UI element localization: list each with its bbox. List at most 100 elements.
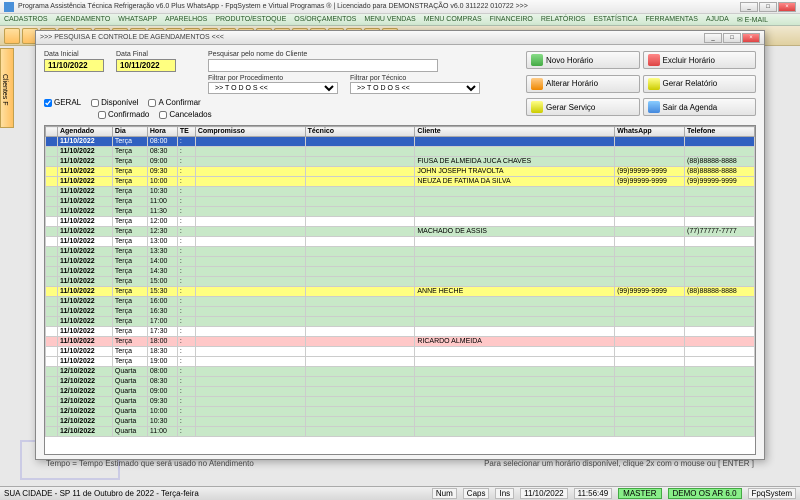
table-row[interactable]: 11/10/2022Terça13:00: (46, 237, 755, 247)
table-row[interactable]: 12/10/2022Quarta08:00: (46, 367, 755, 377)
dialog-minimize-button[interactable]: _ (704, 33, 722, 43)
menu-ajuda[interactable]: AJUDA (706, 16, 729, 23)
col-header[interactable]: TE (177, 127, 195, 137)
table-row[interactable]: 11/10/2022Terça16:00: (46, 297, 755, 307)
col-header[interactable]: Hora (147, 127, 177, 137)
service-icon (531, 101, 543, 113)
status-master: MASTER (618, 488, 661, 499)
table-row[interactable]: 11/10/2022Terça12:30:MACHADO DE ASSIS(77… (46, 227, 755, 237)
initial-date-input[interactable] (44, 59, 104, 72)
menu-aparelhos[interactable]: APARELHOS (165, 16, 207, 23)
col-header[interactable]: Cliente (415, 127, 615, 137)
check-disponivel[interactable]: Disponível (91, 98, 138, 107)
hint-right: Para selecionar um horário disponível, c… (484, 459, 754, 468)
table-row[interactable]: 12/10/2022Quarta11:00: (46, 427, 755, 437)
search-input[interactable] (208, 59, 438, 72)
table-row[interactable]: 11/10/2022Terça16:30: (46, 307, 755, 317)
table-row[interactable]: 11/10/2022Terça15:00: (46, 277, 755, 287)
dialog-close-button[interactable]: × (742, 33, 760, 43)
final-date-input[interactable] (116, 59, 176, 72)
toolbar-icon-0[interactable] (4, 28, 20, 44)
menu-produtoestoque[interactable]: PRODUTO/ESTOQUE (215, 16, 286, 23)
table-row[interactable]: 11/10/2022Terça17:00: (46, 317, 755, 327)
table-row[interactable]: 11/10/2022Terça12:00: (46, 217, 755, 227)
table-row[interactable]: 11/10/2022Terça11:30: (46, 207, 755, 217)
menu-whatsapp[interactable]: WHATSAPP (118, 16, 157, 23)
status-location: SUA CIDADE - SP 11 de Outubro de 2022 - … (4, 489, 199, 498)
novo-horario-button[interactable]: Novo Horário (526, 51, 640, 69)
table-row[interactable]: 12/10/2022Quarta09:30: (46, 397, 755, 407)
filter-proc-select[interactable]: >> T O D O S << (208, 82, 338, 94)
table-row[interactable]: 11/10/2022Terça18:30: (46, 347, 755, 357)
col-header[interactable]: WhatsApp (615, 127, 685, 137)
check-aconfirmar[interactable]: A Confirmar (148, 98, 200, 107)
table-row[interactable]: 11/10/2022Terça13:30: (46, 247, 755, 257)
main-menubar: CADASTROS AGENDAMENTO WHATSAPP APARELHOS PRO… (0, 14, 800, 26)
check-confirmado[interactable]: Confirmado (98, 110, 149, 119)
menu-osoramentos[interactable]: OS/ORÇAMENTOS (294, 16, 356, 23)
table-row[interactable]: 12/10/2022Quarta10:30: (46, 417, 755, 427)
table-row[interactable]: 11/10/2022Terça18:00:RICARDO ALMEIDA (46, 337, 755, 347)
excluir-horario-button[interactable]: Excluir Horário (643, 51, 757, 69)
status-demo: DEMO OS AR 6.0 (668, 488, 742, 499)
table-row[interactable]: 11/10/2022Terça19:00: (46, 357, 755, 367)
search-label: Pesquisar pelo nome do Cliente (208, 51, 522, 58)
table-row[interactable]: 11/10/2022Terça17:30: (46, 327, 755, 337)
agenda-grid[interactable]: AgendadoDiaHoraTECompromissoTécnicoClien… (44, 125, 756, 455)
table-row[interactable]: 11/10/2022Terça14:00: (46, 257, 755, 267)
table-row[interactable]: 11/10/2022Terça08:30: (46, 147, 755, 157)
table-row[interactable]: 11/10/2022Terça09:00:FIUSA DE ALMEIDA JU… (46, 157, 755, 167)
window-titlebar: Programa Assistência Técnica Refrigeraçã… (0, 0, 800, 14)
menu-menucompras[interactable]: MENU COMPRAS (424, 16, 482, 23)
col-header[interactable] (46, 127, 58, 137)
window-title: Programa Assistência Técnica Refrigeraçã… (18, 3, 740, 10)
dialog-maximize-button[interactable]: □ (723, 33, 741, 43)
table-row[interactable]: 11/10/2022Terça10:30: (46, 187, 755, 197)
col-header[interactable]: Dia (112, 127, 147, 137)
table-row[interactable]: 12/10/2022Quarta09:00: (46, 387, 755, 397)
check-cancelados[interactable]: Cancelados (159, 110, 211, 119)
check-geral[interactable]: GERAL (44, 98, 81, 107)
close-button[interactable]: × (778, 2, 796, 12)
sidebar-tab-clientes[interactable]: Clientes F (0, 48, 14, 128)
hint-left: Tempo = Tempo Estimado que será usado no… (46, 459, 254, 468)
status-caps: Caps (463, 488, 490, 499)
menu-menuvendas[interactable]: MENU VENDAS (364, 16, 415, 23)
status-date: 11/10/2022 (520, 488, 567, 499)
maximize-button[interactable]: □ (759, 2, 777, 12)
table-row[interactable]: 11/10/2022Terça14:30: (46, 267, 755, 277)
dialog-titlebar: >>> PESQUISA E CONTROLE DE AGENDAMENTOS … (36, 31, 764, 45)
final-date-label: Data Final (116, 51, 176, 58)
table-row[interactable]: 12/10/2022Quarta08:30: (46, 377, 755, 387)
table-row[interactable]: 11/10/2022Terça10:00:NEUZA DE FATIMA DA … (46, 177, 755, 187)
menu-email[interactable]: ✉ E-MAIL (737, 16, 768, 24)
table-row[interactable]: 11/10/2022Terça09:30:JOHN JOSEPH TRAVOLT… (46, 167, 755, 177)
status-brand: FpqSystem (748, 488, 796, 499)
col-header[interactable]: Compromisso (195, 127, 305, 137)
filter-tec-select[interactable]: >> T O D O S << (350, 82, 480, 94)
col-header[interactable]: Agendado (57, 127, 112, 137)
table-row[interactable]: 11/10/2022Terça11:00: (46, 197, 755, 207)
table-row[interactable]: 11/10/2022Terça08:00: (46, 137, 755, 147)
plus-icon (531, 54, 543, 66)
table-row[interactable]: 12/10/2022Quarta10:00: (46, 407, 755, 417)
statusbar: SUA CIDADE - SP 11 de Outubro de 2022 - … (0, 486, 800, 500)
gerar-relatorio-button[interactable]: Gerar Relatório (643, 75, 757, 93)
menu-ferramentas[interactable]: FERRAMENTAS (646, 16, 698, 23)
alterar-horario-button[interactable]: Alterar Horário (526, 75, 640, 93)
table-row[interactable]: 11/10/2022Terça15:30:ANNE HECHE(99)99999… (46, 287, 755, 297)
menu-agendamento[interactable]: AGENDAMENTO (56, 16, 111, 23)
report-icon (648, 78, 660, 90)
menu-cadastros[interactable]: CADASTROS (4, 16, 48, 23)
col-header[interactable]: Técnico (305, 127, 415, 137)
menu-relatrios[interactable]: RELATÓRIOS (541, 16, 586, 23)
status-num: Num (432, 488, 457, 499)
menu-estatstica[interactable]: ESTATÍSTICA (593, 16, 637, 23)
gerar-servico-button[interactable]: Gerar Serviço (526, 98, 640, 116)
delete-icon (648, 54, 660, 66)
menu-financeiro[interactable]: FINANCEIRO (490, 16, 533, 23)
sair-agenda-button[interactable]: Sair da Agenda (643, 98, 757, 116)
app-icon (4, 2, 14, 12)
col-header[interactable]: Telefone (685, 127, 755, 137)
minimize-button[interactable]: _ (740, 2, 758, 12)
